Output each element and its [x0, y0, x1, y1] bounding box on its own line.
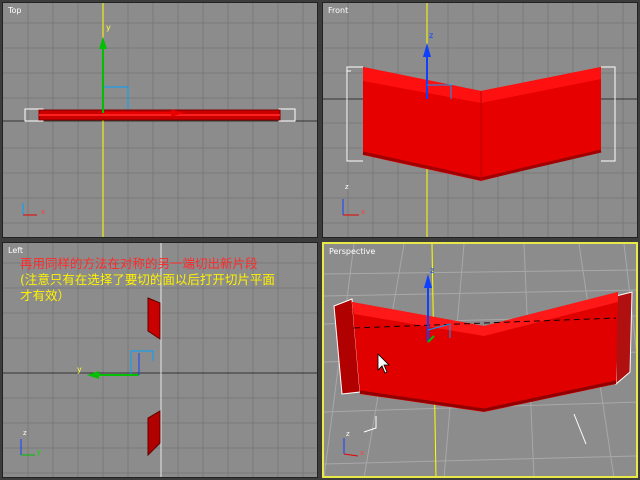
tripod-label-y: y	[37, 448, 42, 456]
viewport-label-top[interactable]: Top	[8, 6, 22, 15]
instruction-line-1: 再用同样的方法在对称的另一端切出新片段	[20, 256, 258, 271]
tripod-label-x: x	[41, 208, 46, 216]
tripod-label-z: z	[345, 183, 349, 191]
tripod-label-z: z	[23, 429, 27, 437]
tripod-label-x: x	[360, 449, 365, 457]
front-canvas	[323, 3, 637, 237]
instruction-line-3: 才有效）	[20, 288, 71, 303]
axis-label-z: z	[429, 31, 434, 40]
axis-label-y: y	[77, 365, 82, 374]
viewport-perspective[interactable]: Perspective z z x	[322, 242, 638, 478]
top-canvas	[3, 3, 317, 237]
viewport-top[interactable]: Top y x	[2, 2, 318, 238]
viewport-front[interactable]: Front z z x	[322, 2, 638, 238]
tripod-label-z: z	[346, 430, 350, 438]
perspective-canvas	[324, 244, 636, 476]
viewport-label-front[interactable]: Front	[328, 6, 348, 15]
viewport-label-left[interactable]: Left	[8, 246, 23, 255]
tripod-label-x: x	[361, 208, 366, 216]
axis-label-y: y	[106, 23, 111, 32]
axis-label-z: z	[430, 266, 435, 275]
instruction-line-2: (注意只有在选择了要切的面以后打开切片平面	[20, 272, 275, 287]
viewport-label-perspective[interactable]: Perspective	[329, 247, 375, 256]
